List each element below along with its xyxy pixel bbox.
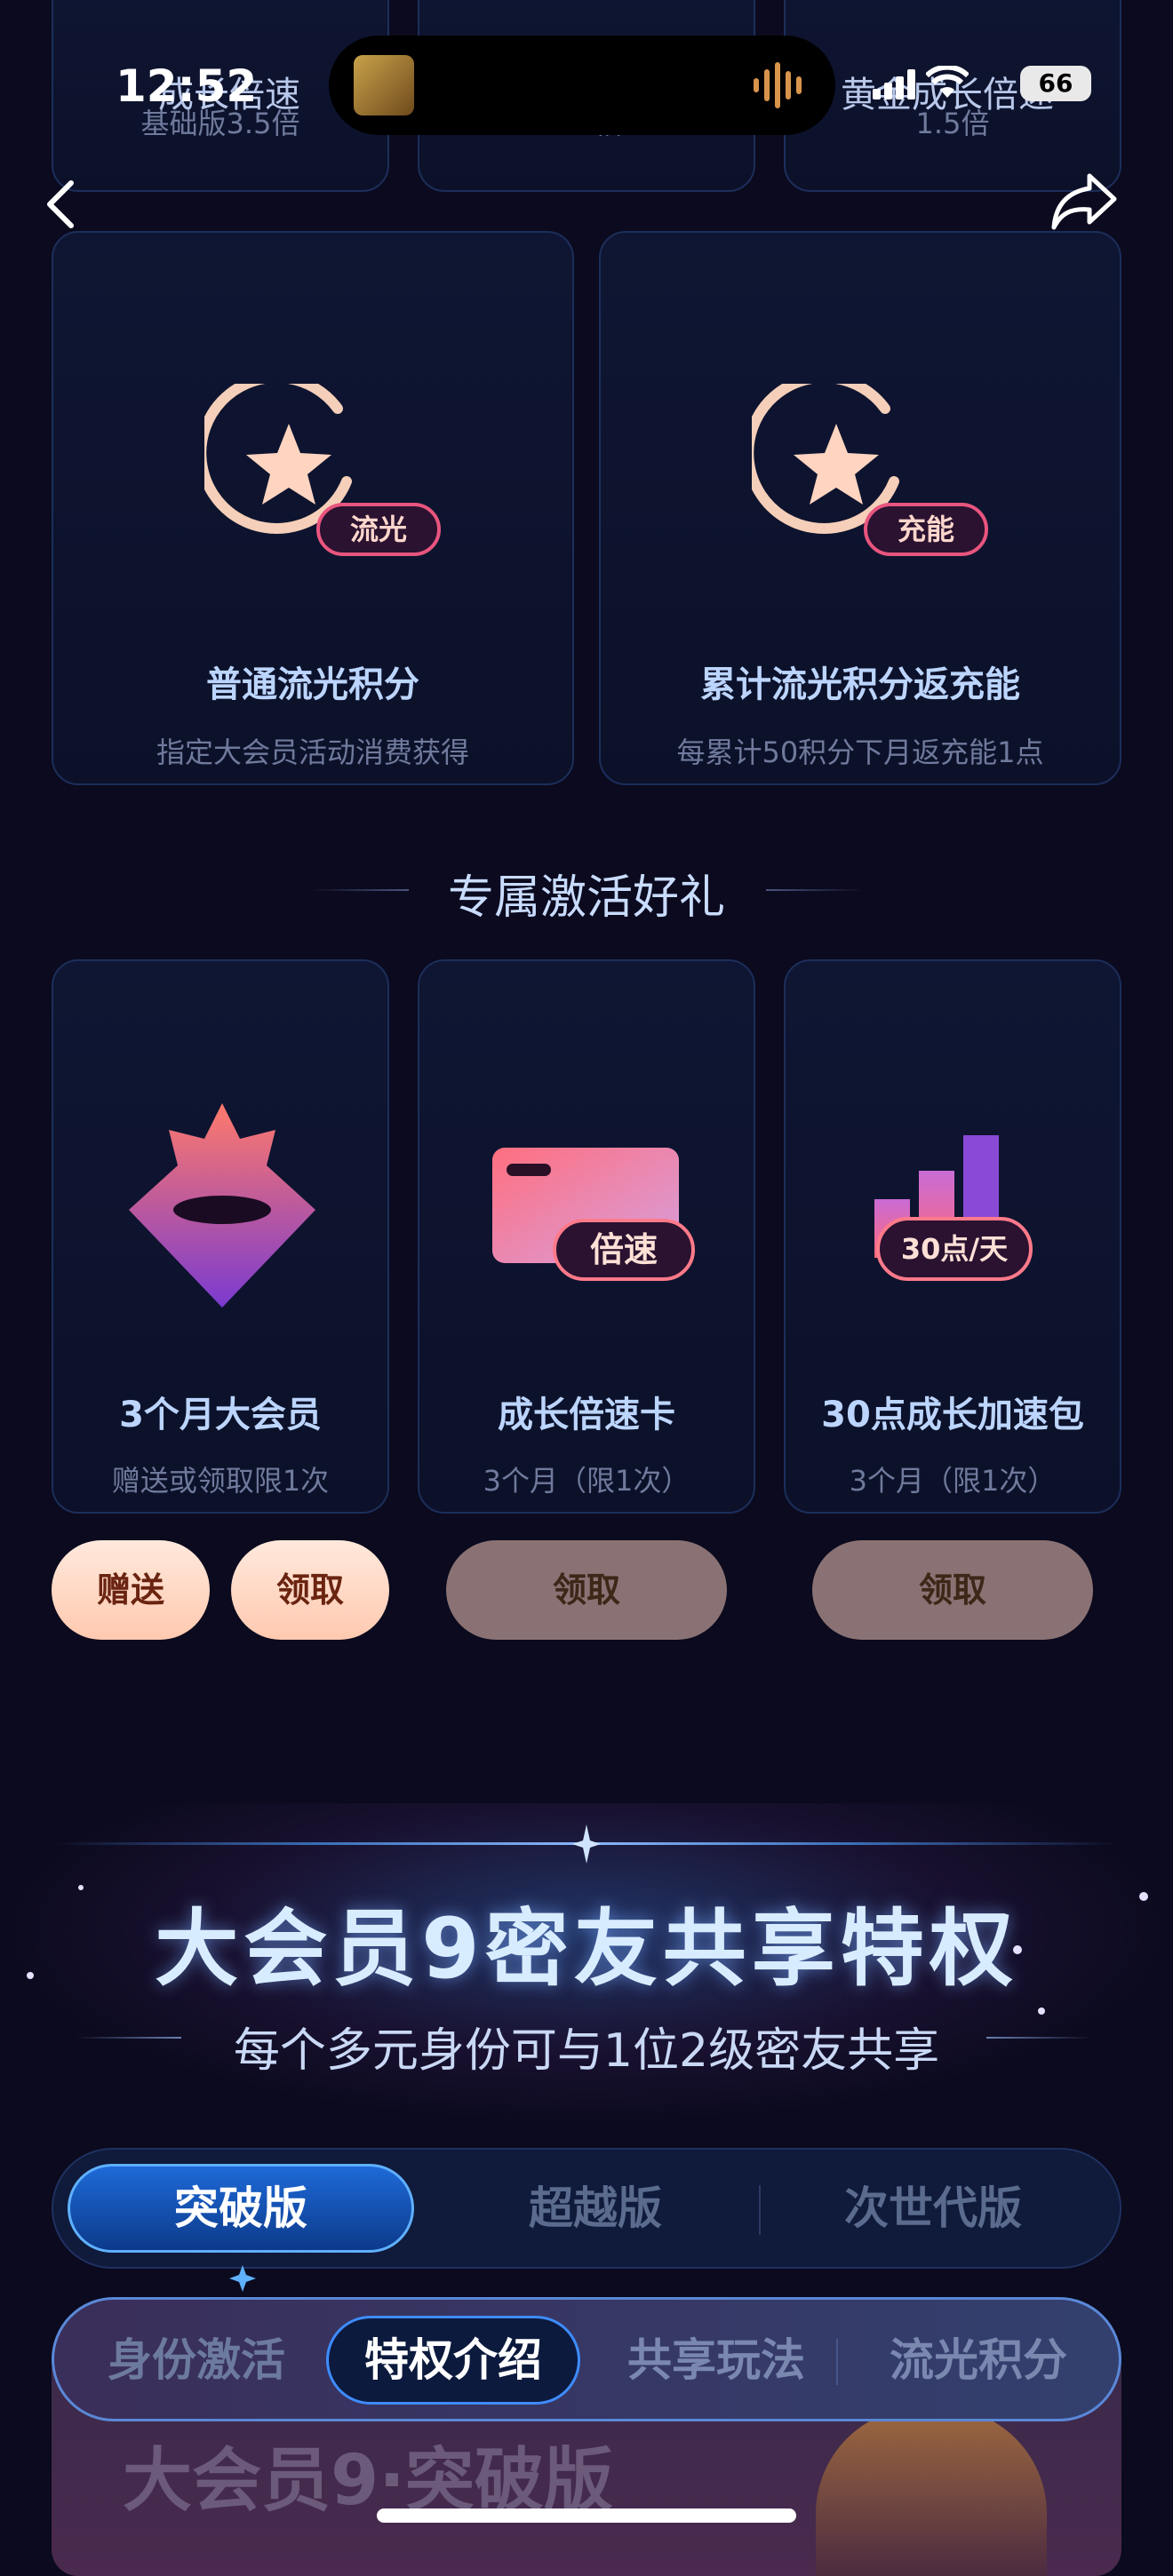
tab-breakthrough[interactable]: 突破版 xyxy=(68,2164,414,2253)
gift-card-membership: 3个月大会员 赠送或领取限1次 xyxy=(52,959,389,1514)
tab-points[interactable]: 流光积分 xyxy=(845,2316,1112,2405)
tab-privileges[interactable]: 特权介绍 xyxy=(326,2316,580,2405)
recharge-badge: 充能 xyxy=(864,503,988,556)
star-dot xyxy=(1013,1945,1022,1954)
share-banner-title: 大会员9密友共享特权 xyxy=(155,1901,1018,1998)
status-bar: 成长倍速 黄金成长倍速 12:52 66 xyxy=(0,0,1173,142)
gift-section-divider-right xyxy=(766,889,864,891)
points-badge: 流光 xyxy=(316,503,441,556)
star-dot xyxy=(27,1972,34,1979)
battery-level: 66 xyxy=(1038,68,1073,98)
gift-card-boost-sub: 3个月（限1次） xyxy=(849,1464,1057,1498)
tab-privileges-label: 特权介绍 xyxy=(364,2334,542,2386)
gift-card-speed-sub: 3个月（限1次） xyxy=(483,1464,690,1498)
banner-line-right xyxy=(986,2037,1093,2039)
gift-card-boost-title: 30点成长加速包 xyxy=(821,1395,1084,1435)
boost-badge: 30点/天 xyxy=(876,1217,1033,1281)
gift-section-title: 专属激活好礼 xyxy=(447,871,725,925)
audio-waveform-icon xyxy=(754,62,802,108)
battery-icon: 66 xyxy=(1020,66,1091,101)
feature-tabbar: 身份激活 特权介绍 共享玩法 流光积分 xyxy=(52,2297,1121,2421)
sparkle-icon xyxy=(572,1825,601,1864)
tab-nextgen[interactable]: 次世代版 xyxy=(764,2164,1102,2253)
speed-badge: 倍速 xyxy=(553,1219,695,1281)
recharge-card-sub: 每累计50积分下月返充能1点 xyxy=(676,735,1044,769)
tab-breakthrough-label: 突破版 xyxy=(174,2182,307,2234)
bottom-peek-art xyxy=(816,2407,1047,2576)
signal-icon xyxy=(873,69,915,99)
speed-claim-button[interactable]: 领取 xyxy=(446,1540,727,1640)
gift-send-button[interactable]: 赠送 xyxy=(52,1540,210,1640)
star-dot xyxy=(78,1885,84,1890)
boost-badge-label: 30点/天 xyxy=(900,1232,1009,1266)
membership-mascot-icon xyxy=(129,1103,315,1308)
speed-badge-label: 倍速 xyxy=(589,1230,658,1269)
share-banner-subtitle: 每个多元身份可与1位2级密友共享 xyxy=(233,2024,940,2078)
gift-card-speed-title: 成长倍速卡 xyxy=(498,1395,675,1435)
status-time: 12:52 xyxy=(116,60,258,112)
gift-card-membership-title: 3个月大会员 xyxy=(119,1395,322,1435)
gift-card-speed: 倍速 成长倍速卡 3个月（限1次） xyxy=(418,959,755,1514)
wifi-icon xyxy=(926,66,969,98)
tab-pointer-icon xyxy=(229,2265,256,2292)
gift-claim-button[interactable]: 领取 xyxy=(231,1540,389,1640)
tab-divider xyxy=(836,2339,838,2385)
now-playing-artwork xyxy=(354,55,414,115)
boost-claim-button[interactable]: 领取 xyxy=(812,1540,1093,1640)
tab-divider xyxy=(759,2185,761,2235)
points-card-sub: 指定大会员活动消费获得 xyxy=(156,735,469,769)
points-card-title: 普通流光积分 xyxy=(206,664,419,705)
gift-card-boost: 30点/天 30点成长加速包 3个月（限1次） xyxy=(784,959,1121,1514)
recharge-badge-label: 充能 xyxy=(897,513,954,546)
gift-card-membership-sub: 赠送或领取限1次 xyxy=(111,1464,330,1498)
share-banner: 大会员9密友共享特权 每个多元身份可与1位2级密友共享 xyxy=(0,1803,1173,2123)
star-dot xyxy=(1139,1892,1148,1901)
star-dot xyxy=(1038,2008,1045,2015)
edition-tabbar: 突破版 超越版 次世代版 xyxy=(52,2148,1121,2269)
tab-activation[interactable]: 身份激活 xyxy=(63,2316,330,2405)
tab-beyond[interactable]: 超越版 xyxy=(435,2164,755,2253)
home-indicator xyxy=(377,2508,796,2523)
points-badge-label: 流光 xyxy=(349,513,407,546)
dynamic-island xyxy=(329,36,835,135)
points-card-normal: 流光 普通流光积分 指定大会员活动消费获得 xyxy=(52,231,574,785)
back-chevron-icon[interactable] xyxy=(43,178,78,231)
recharge-card-title: 累计流光积分返充能 xyxy=(700,664,1020,705)
tab-sharing[interactable]: 共享玩法 xyxy=(587,2316,845,2405)
points-card-recharge: 充能 累计流光积分返充能 每累计50积分下月返充能1点 xyxy=(599,231,1121,785)
share-arrow-icon[interactable] xyxy=(1049,171,1120,233)
